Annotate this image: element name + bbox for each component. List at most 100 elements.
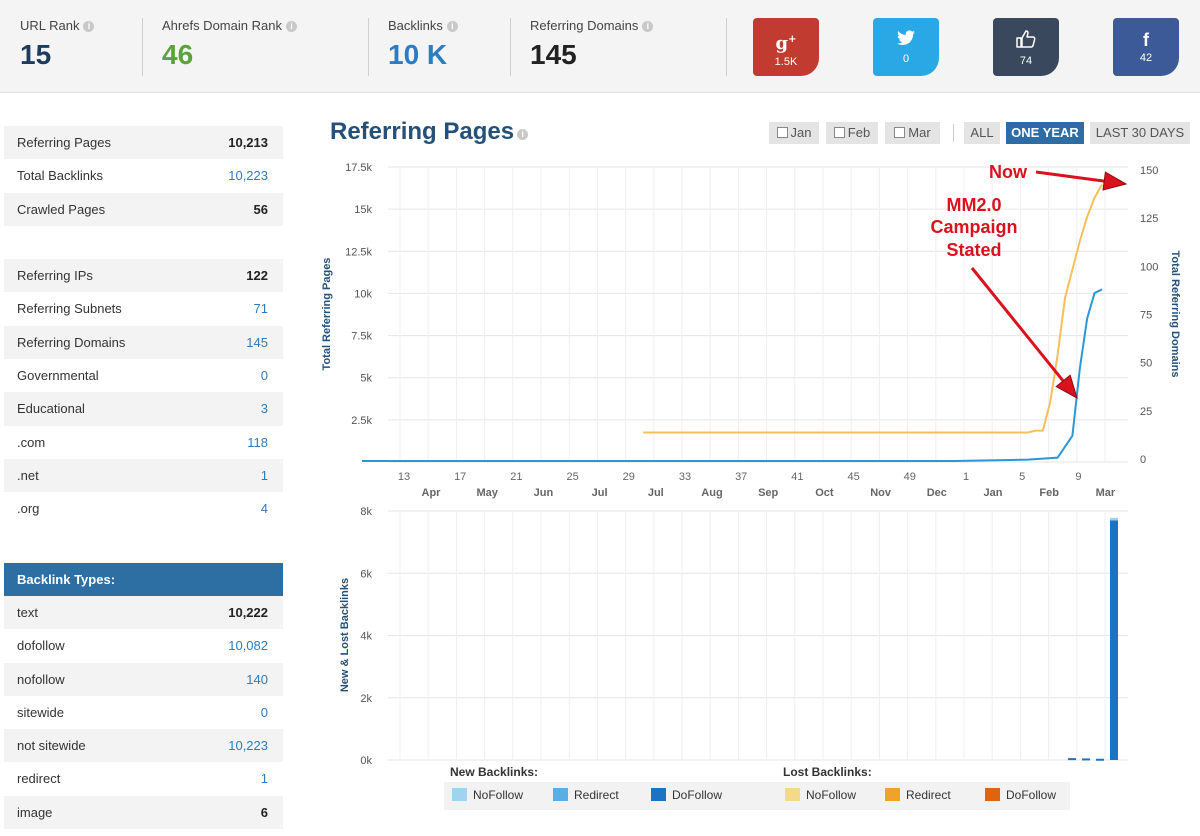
y-tick-label: 8k: [360, 506, 372, 518]
stats-value[interactable]: 3: [261, 401, 268, 416]
now-arrow-shaft: [1035, 170, 1105, 183]
chart-title: Referring Pages i: [330, 118, 529, 146]
x-tick-label: 9: [1075, 471, 1081, 483]
stats-value[interactable]: 10,223: [228, 168, 268, 183]
checkbox-icon[interactable]: [776, 127, 788, 138]
range-last-30-days[interactable]: LAST 30 DAYS: [1090, 122, 1190, 144]
backlink-types-header: Backlink Types:: [4, 563, 283, 596]
stats-value[interactable]: 0: [261, 368, 268, 383]
x-month-label: Sep: [758, 487, 778, 499]
y-tick-label: 15k: [354, 204, 372, 216]
annotation-campaign: Campaign: [930, 217, 1017, 237]
stats-label: Governmental: [17, 368, 99, 384]
stats-value[interactable]: 118: [247, 435, 268, 450]
x-tick-label: 45: [847, 471, 859, 483]
legend-label: Redirect: [906, 788, 951, 802]
stats-row: Referring IPs 122: [4, 259, 283, 293]
metrics-bar: URL Rank i 15 Ahrefs Domain Rank i 46 Back…: [0, 0, 1200, 93]
checkbox-icon[interactable]: [833, 127, 845, 138]
range-label: Mar: [908, 125, 931, 140]
stats-row: not sitewide 10,223: [4, 729, 283, 763]
info-icon[interactable]: i: [285, 21, 297, 32]
annotation-now: Now: [989, 162, 1028, 182]
y-tick-label: 5k: [360, 373, 372, 385]
x-tick-label: 5: [1019, 471, 1025, 483]
y-axis-title: Total Referring Pages: [321, 258, 333, 371]
stats-label: redirect: [17, 771, 61, 787]
y2-tick-label: 75: [1140, 310, 1152, 322]
stats-value[interactable]: 4: [261, 501, 268, 516]
x-tick-label: 37: [735, 471, 747, 483]
like-button[interactable]: 74: [993, 18, 1059, 76]
stats-row: Total Backlinks 10,223: [4, 159, 283, 192]
metric-label: Referring Domains: [530, 18, 639, 33]
divider: [142, 18, 143, 76]
range-label: ONE YEAR: [1011, 125, 1079, 140]
x-month-label: Jul: [592, 487, 608, 499]
x-tick-label: 49: [904, 471, 916, 483]
metric-label: Ahrefs Domain Rank: [162, 18, 282, 33]
legend-swatch: [785, 788, 800, 801]
divider: [368, 18, 369, 76]
google-plus-button[interactable]: g+ 1.5K: [753, 18, 819, 76]
legend-label: Redirect: [574, 788, 619, 802]
info-icon[interactable]: i: [83, 21, 95, 32]
twitter-button[interactable]: 0: [873, 18, 939, 76]
metric-value: 145: [530, 39, 577, 70]
metric-value: 10 K: [388, 39, 448, 70]
stats-row: Referring Subnets 71: [4, 292, 283, 325]
metric-value: 15: [20, 39, 52, 70]
range-one-year[interactable]: ONE YEAR: [1006, 122, 1084, 144]
y2-tick-label: 125: [1140, 213, 1158, 225]
stats-row: .com 118: [4, 426, 283, 459]
stats-label: sitewide: [17, 704, 64, 720]
stats-label: nofollow: [17, 671, 65, 687]
y-tick-label: 10k: [354, 288, 372, 300]
campaign-arrow-shaft: [970, 267, 1065, 382]
stats-label: .net: [17, 467, 39, 483]
range-feb[interactable]: Feb: [826, 122, 878, 144]
x-tick-label: 41: [791, 471, 803, 483]
stats-value[interactable]: 71: [254, 301, 268, 316]
stats-value[interactable]: 145: [246, 335, 268, 350]
y2-axis-title: Total Referring Domains: [1169, 251, 1181, 378]
social-count: 42: [1139, 52, 1153, 64]
stats-value[interactable]: 140: [246, 672, 268, 687]
info-icon[interactable]: i: [517, 129, 529, 140]
facebook-button[interactable]: f 42: [1113, 18, 1179, 76]
stats-value: 56: [253, 201, 268, 217]
range-jan[interactable]: Jan: [769, 122, 819, 144]
y-tick-label: 0k: [360, 755, 372, 767]
stats-value[interactable]: 10,082: [228, 638, 268, 653]
y2-tick-label: 100: [1140, 261, 1158, 273]
stats-value[interactable]: 10,223: [228, 738, 268, 753]
stats-value: 10,213: [228, 135, 268, 150]
stats-value[interactable]: 1: [261, 771, 268, 786]
referring-pages-line: [362, 288, 1103, 462]
info-icon[interactable]: i: [642, 21, 654, 32]
x-month-label: Oct: [815, 487, 834, 499]
stats-label: not sitewide: [17, 738, 86, 754]
range-mar[interactable]: Mar: [885, 122, 940, 144]
x-tick-label: 25: [566, 471, 578, 483]
stats-value[interactable]: 0: [261, 705, 268, 720]
legend-title: New Backlinks:: [450, 765, 538, 779]
bar: [1110, 520, 1118, 760]
x-month-label: Nov: [870, 487, 892, 499]
social-count: 0: [902, 53, 910, 65]
range-all[interactable]: ALL: [964, 122, 1000, 144]
bar: [1082, 758, 1090, 761]
checkbox-icon[interactable]: [894, 127, 906, 138]
x-month-label: Feb: [1039, 487, 1059, 499]
y-tick-label: 2k: [360, 693, 372, 705]
metric-value: 46: [162, 39, 194, 70]
y-tick-label: 6k: [360, 568, 372, 580]
legend-title: Lost Backlinks:: [783, 765, 872, 779]
stats-value[interactable]: 1: [261, 468, 268, 483]
stats-row: Governmental 0: [4, 359, 283, 392]
info-icon[interactable]: i: [446, 21, 458, 32]
backlink-types-table: Backlink Types: text 10,222 dofollow 10,082…: [4, 563, 283, 830]
stats-row: Crawled Pages 56: [4, 192, 283, 226]
stats-label: dofollow: [17, 638, 65, 654]
range-label: LAST 30 DAYS: [1095, 125, 1185, 140]
